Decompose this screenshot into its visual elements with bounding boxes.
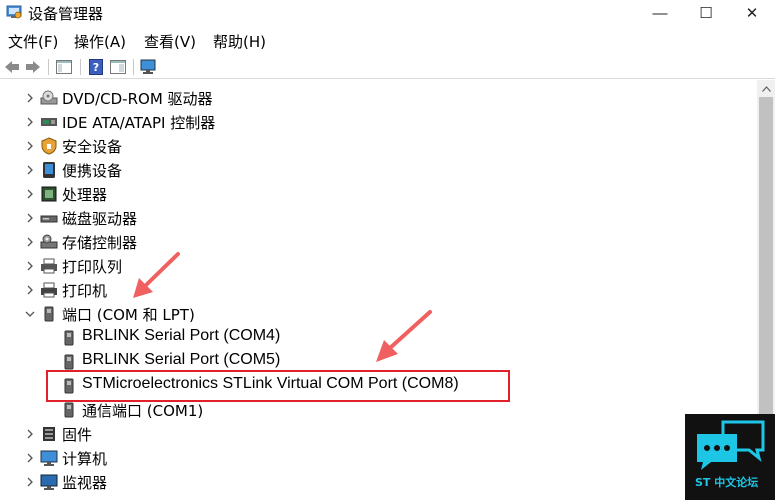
tree-item-label: 磁盘驱动器 — [62, 210, 138, 228]
processor-icon — [41, 186, 57, 202]
maximize-icon: ☐ — [699, 5, 713, 22]
show-console-tree-button[interactable] — [55, 58, 73, 76]
chevron-right-icon[interactable] — [24, 188, 36, 200]
tree-item-label: 便携设备 — [62, 162, 123, 180]
help-button[interactable]: ? — [87, 58, 105, 76]
chevron-right-icon[interactable] — [24, 476, 36, 488]
tree-item-label: 监视器 — [62, 474, 108, 492]
tree-item-monitor[interactable]: 监视器 — [0, 470, 757, 494]
toolbar-separator — [133, 59, 134, 75]
monitor-icon — [140, 59, 156, 74]
menu-view[interactable]: 查看(V) — [144, 31, 196, 52]
menu-file[interactable]: 文件(F) — [8, 31, 58, 52]
minimize-icon: — — [652, 4, 668, 22]
chevron-right-icon[interactable] — [24, 452, 36, 464]
chevron-right-icon[interactable] — [24, 92, 36, 104]
tree-item-label: 固件 — [62, 426, 93, 444]
tree-item-label: BRLINK Serial Port (COM4) — [82, 327, 281, 344]
port-icon — [44, 306, 54, 322]
chat-bubble-icon — [697, 420, 765, 470]
annotation-arrow-icon — [133, 252, 180, 298]
close-icon: ✕ — [745, 5, 759, 22]
storage-controller-icon — [40, 234, 58, 249]
menu-bar: 文件(F) 操作(A) 查看(V) 帮助(H) — [0, 30, 775, 52]
tree-item-ide[interactable]: IDE ATA/ATAPI 控制器 — [0, 110, 757, 134]
chevron-right-icon[interactable] — [24, 116, 36, 128]
chevron-right-icon[interactable] — [24, 236, 36, 248]
print-queue-icon — [41, 258, 57, 274]
tree-item-printer[interactable]: 打印机 — [0, 278, 757, 302]
tree-item-label: 端口 (COM 和 LPT) — [62, 306, 195, 324]
scan-hardware-button[interactable] — [140, 58, 158, 76]
toolbar-separator — [48, 59, 49, 75]
watermark-text: ST 中文论坛 — [695, 476, 759, 489]
tree-item-portable[interactable]: 便携设备 — [0, 158, 757, 182]
tree-item-label: DVD/CD-ROM 驱动器 — [62, 90, 213, 108]
device-manager-icon — [6, 5, 22, 19]
chevron-up-icon — [761, 85, 771, 92]
annotation-arrow-icon — [376, 310, 432, 362]
close-button[interactable]: ✕ — [729, 0, 775, 26]
tree-item-label: IDE ATA/ATAPI 控制器 — [62, 114, 216, 132]
scroll-up-button[interactable] — [757, 80, 775, 97]
tree-item-dvd[interactable]: DVD/CD-ROM 驱动器 — [0, 86, 757, 110]
scrollbar-thumb[interactable] — [759, 97, 773, 417]
printer-icon — [41, 282, 57, 298]
chevron-right-icon[interactable] — [24, 284, 36, 296]
port-icon — [64, 330, 74, 346]
title-bar: 设备管理器 — ☐ ✕ — [0, 0, 775, 26]
help-icon: ? — [89, 59, 103, 75]
tree-item-processor[interactable]: 处理器 — [0, 182, 757, 206]
toolbar-separator — [80, 59, 81, 75]
tree-item-label: BRLINK Serial Port (COM5) — [82, 351, 281, 368]
computer-icon — [40, 450, 58, 466]
forward-button[interactable] — [24, 58, 42, 76]
tree-item-label: 通信端口 (COM1) — [82, 402, 204, 420]
firmware-icon — [43, 427, 55, 441]
tree-item-computer[interactable]: 计算机 — [0, 446, 757, 470]
port-icon — [64, 354, 74, 370]
device-tree: DVD/CD-ROM 驱动器 IDE ATA/ATAPI 控制器 安全设备 便携… — [0, 80, 757, 500]
disk-drive-icon — [40, 215, 58, 223]
chevron-right-icon[interactable] — [24, 140, 36, 152]
chevron-right-icon[interactable] — [24, 164, 36, 176]
tree-item-disk[interactable]: 磁盘驱动器 — [0, 206, 757, 230]
tree-item-security[interactable]: 安全设备 — [0, 134, 757, 158]
tree-item-label: 打印队列 — [62, 258, 123, 276]
back-arrow-icon — [5, 61, 19, 73]
tree-item-label: 安全设备 — [62, 138, 123, 156]
tree-item-label: 处理器 — [62, 186, 108, 204]
svg-text:?: ? — [93, 61, 99, 74]
tree-item-print-queue[interactable]: 打印队列 — [0, 254, 757, 278]
minimize-button[interactable]: — — [637, 0, 683, 26]
monitor-icon — [40, 474, 58, 490]
forward-arrow-icon — [26, 61, 40, 73]
watermark-logo: ST 中文论坛 — [685, 414, 775, 500]
tree-item-firmware[interactable]: 固件 — [0, 422, 757, 446]
ide-controller-icon — [41, 118, 57, 126]
tree-item-storage[interactable]: 存储控制器 — [0, 230, 757, 254]
properties-button[interactable] — [109, 58, 127, 76]
portable-device-icon — [43, 162, 55, 178]
security-device-icon — [41, 137, 57, 155]
highlight-box — [46, 370, 510, 402]
chevron-right-icon[interactable] — [24, 428, 36, 440]
dvd-drive-icon — [40, 90, 58, 105]
properties-icon — [110, 60, 126, 74]
show-hide-console-tree-icon — [56, 60, 72, 74]
chevron-right-icon[interactable] — [24, 260, 36, 272]
tree-item-label: 计算机 — [62, 450, 108, 468]
window-title: 设备管理器 — [28, 5, 104, 23]
port-icon — [64, 402, 74, 418]
chevron-down-icon[interactable] — [24, 308, 36, 320]
back-button[interactable] — [3, 58, 21, 76]
maximize-button[interactable]: ☐ — [683, 0, 729, 26]
menu-help[interactable]: 帮助(H) — [213, 31, 266, 52]
toolbar: ? — [0, 55, 775, 79]
tree-item-label: 打印机 — [62, 282, 108, 300]
menu-action[interactable]: 操作(A) — [74, 31, 126, 52]
chevron-right-icon[interactable] — [24, 212, 36, 224]
